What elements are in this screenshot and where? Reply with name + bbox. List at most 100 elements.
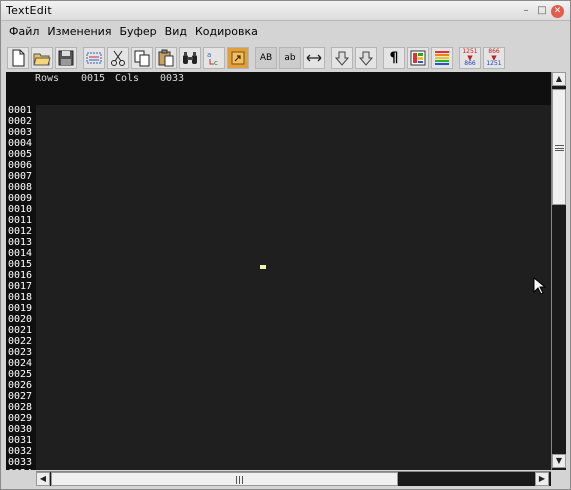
open-folder-icon	[33, 53, 51, 65]
line-number: 0022	[8, 336, 33, 347]
goto-button[interactable]	[227, 46, 249, 69]
line-number: 0008	[8, 182, 33, 193]
find-button[interactable]	[179, 46, 201, 69]
scroll-grip-icon	[555, 145, 564, 151]
replace-button[interactable]: ac	[203, 46, 225, 69]
textedit-window: TextEdit – □ ✕ Файл Изменения Буфер Вид …	[0, 0, 571, 490]
menu-file[interactable]: Файл	[5, 22, 43, 41]
menu-bar: Файл Изменения Буфер Вид Кодировка	[1, 22, 570, 41]
vertical-scrollbar[interactable]: ▲ ▼	[551, 72, 566, 470]
rows-value: 0015	[81, 73, 106, 84]
arrow-left-right-icon	[306, 54, 322, 61]
colors-button[interactable]	[407, 46, 429, 69]
horizontal-scrollbar[interactable]: ◀ ▶	[36, 471, 551, 486]
scroll-left-button[interactable]: ◀	[36, 472, 50, 486]
scroll-up-button[interactable]: ▲	[552, 72, 566, 86]
line-number: 0012	[8, 226, 33, 237]
line-number: 0032	[8, 446, 33, 457]
line-number: 0006	[8, 160, 33, 171]
color-palette-icon	[410, 50, 426, 65]
codepage-to-label: 1251	[486, 59, 502, 67]
line-number: 0005	[8, 149, 33, 160]
line-number: 0016	[8, 270, 33, 281]
undo-button[interactable]	[331, 46, 353, 69]
svg-text:a: a	[207, 51, 211, 59]
scroll-right-button[interactable]: ▶	[535, 472, 549, 486]
line-number: 0017	[8, 281, 33, 292]
line-number: 0025	[8, 369, 33, 380]
line-number: 0026	[8, 380, 33, 391]
line-number: 0007	[8, 171, 33, 182]
save-file-button[interactable]	[55, 46, 77, 69]
line-number: 0030	[8, 424, 33, 435]
cols-label: Cols	[115, 73, 140, 84]
line-number: 0021	[8, 325, 33, 336]
horizontal-scroll-thumb[interactable]	[51, 472, 398, 486]
cursor-status-bar: Rows 0015 Cols 0033	[6, 72, 551, 105]
scrollbar-spacer	[6, 471, 36, 486]
select-block-icon	[86, 52, 102, 63]
mouse-pointer-icon	[533, 277, 547, 295]
title-bar[interactable]: TextEdit – □ ✕	[1, 1, 570, 21]
text-cursor	[260, 265, 266, 269]
paste-icon	[158, 49, 174, 66]
undo-icon	[334, 51, 350, 66]
syntax-button[interactable]	[431, 46, 453, 69]
copy-icon	[134, 50, 150, 66]
uppercase-button[interactable]: AB	[255, 46, 277, 69]
paste-button[interactable]	[155, 46, 177, 69]
line-number: 0023	[8, 347, 33, 358]
lowercase-icon: ab	[284, 52, 296, 63]
convert-1251-866-button[interactable]: 1251 ▼ 866	[459, 46, 481, 69]
cols-value: 0033	[160, 73, 185, 84]
cut-button[interactable]	[107, 46, 129, 69]
line-number: 0018	[8, 292, 33, 303]
scrollbar-corner	[551, 471, 566, 486]
paragraph-button[interactable]: ¶	[383, 46, 405, 69]
line-number: 0029	[8, 413, 33, 424]
redo-icon	[358, 51, 374, 66]
binoculars-icon	[183, 51, 197, 64]
menu-encoding[interactable]: Кодировка	[191, 22, 262, 41]
text-editor[interactable]: Rows 0015 Cols 0033 0001 0002 0003 0004 0005…	[6, 72, 551, 470]
maximize-button[interactable]: □	[536, 5, 548, 17]
minimize-button[interactable]: –	[520, 5, 532, 17]
line-number: 0027	[8, 391, 33, 402]
line-number: 0015	[8, 259, 33, 270]
replace-icon: ac	[207, 51, 218, 67]
rows-label: Rows	[35, 73, 60, 84]
rainbow-lines-icon	[435, 50, 449, 65]
convert-866-1251-button[interactable]: 866 ▼ 1251	[483, 46, 505, 69]
scissors-icon	[111, 50, 125, 66]
open-file-button[interactable]	[31, 46, 53, 69]
new-file-button[interactable]	[7, 46, 29, 69]
redo-button[interactable]	[355, 46, 377, 69]
line-number: 0034	[8, 468, 32, 470]
line-number: 0024	[8, 358, 33, 369]
scroll-grip-icon	[236, 476, 243, 484]
line-number: 0010	[8, 204, 33, 215]
wrap-button[interactable]	[303, 46, 325, 69]
line-number: 0011	[8, 215, 33, 226]
line-number-gutter: 0001 0002 0003 0004 0005 0006 0007 0008 0009 0010…	[6, 105, 36, 470]
menu-edit[interactable]: Изменения	[43, 22, 115, 41]
line-number: 0028	[8, 402, 33, 413]
pilcrow-icon: ¶	[389, 49, 399, 66]
select-button[interactable]	[83, 46, 105, 69]
codepage-to-label: 866	[464, 59, 476, 67]
line-number: 0033	[8, 457, 33, 468]
copy-button[interactable]	[131, 46, 153, 69]
line-number: 0003	[8, 127, 33, 138]
scroll-down-button[interactable]: ▼	[552, 454, 566, 468]
goto-icon	[231, 51, 245, 64]
menu-buffer[interactable]: Буфер	[115, 22, 160, 41]
toolbar: ac AB ab ¶ 1251 ▼ 866 866 ▼ 1251	[7, 45, 507, 70]
close-button[interactable]: ✕	[551, 5, 564, 18]
menu-view[interactable]: Вид	[161, 22, 191, 41]
line-number: 0013	[8, 237, 33, 248]
vertical-scroll-thumb[interactable]	[552, 89, 566, 205]
new-document-icon	[12, 49, 25, 66]
floppy-disk-icon	[58, 50, 74, 65]
line-number: 0001	[8, 105, 33, 116]
lowercase-button[interactable]: ab	[279, 46, 301, 69]
